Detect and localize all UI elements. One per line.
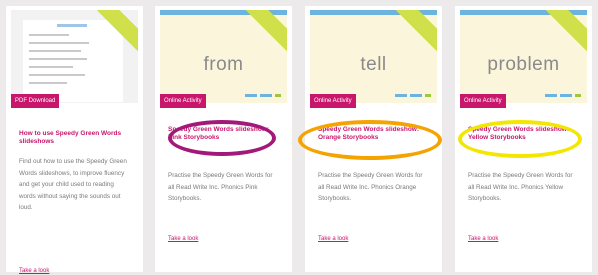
- thumbnail-word: from: [203, 54, 244, 75]
- card-description: Practise the Speedy Green Words for all …: [468, 172, 573, 202]
- type-badge: Online Activity: [160, 94, 206, 108]
- type-badge: Online Activity: [310, 94, 356, 108]
- free-ribbon: [546, 10, 587, 53]
- highlight-ring-purple: [168, 120, 276, 156]
- card-description: Practise the Speedy Green Words for all …: [168, 172, 273, 202]
- slideshow-thumbnail[interactable]: tell: [310, 10, 437, 103]
- take-a-look-link[interactable]: Take a look: [318, 236, 348, 242]
- card-title[interactable]: How to use Speedy Green Words slideshows: [19, 130, 131, 146]
- doc-text-line: [29, 74, 85, 76]
- resource-card-how-to[interactable]: PDF Download How to use Speedy Green Wor…: [6, 6, 143, 274]
- thumbnail-word: tell: [360, 54, 387, 75]
- resource-grid: PDF Download How to use Speedy Green Wor…: [0, 0, 598, 275]
- card-description: Practise the Speedy Green Words for all …: [318, 172, 423, 202]
- card-description: Find out how to use the Speedy Green Wor…: [19, 158, 127, 211]
- doc-text-line: [29, 42, 89, 44]
- highlight-ring-yellow: [458, 120, 582, 158]
- doc-heading-bar: [57, 24, 87, 27]
- take-a-look-link[interactable]: Take a look: [19, 268, 49, 274]
- take-a-look-link[interactable]: Take a look: [468, 236, 498, 242]
- pdf-thumbnail[interactable]: [11, 10, 138, 103]
- doc-text-line: [29, 50, 81, 52]
- type-badge: Online Activity: [460, 94, 506, 108]
- free-ribbon: [396, 10, 437, 53]
- thumbnail-word: problem: [487, 54, 560, 75]
- doc-text-line: [29, 66, 73, 68]
- doc-text-line: [29, 82, 67, 84]
- slideshow-thumbnail[interactable]: from: [160, 10, 287, 103]
- take-a-look-link[interactable]: Take a look: [168, 236, 198, 242]
- free-ribbon: [246, 10, 287, 53]
- thumbnail-progress-dots: [545, 94, 581, 97]
- highlight-ring-orange: [298, 120, 442, 160]
- thumbnail-progress-dots: [395, 94, 431, 97]
- document-preview: [23, 20, 123, 102]
- doc-text-line: [29, 34, 69, 36]
- thumbnail-progress-dots: [245, 94, 281, 97]
- type-badge: PDF Download: [11, 94, 60, 108]
- slideshow-thumbnail[interactable]: problem: [460, 10, 587, 103]
- doc-text-line: [29, 58, 87, 60]
